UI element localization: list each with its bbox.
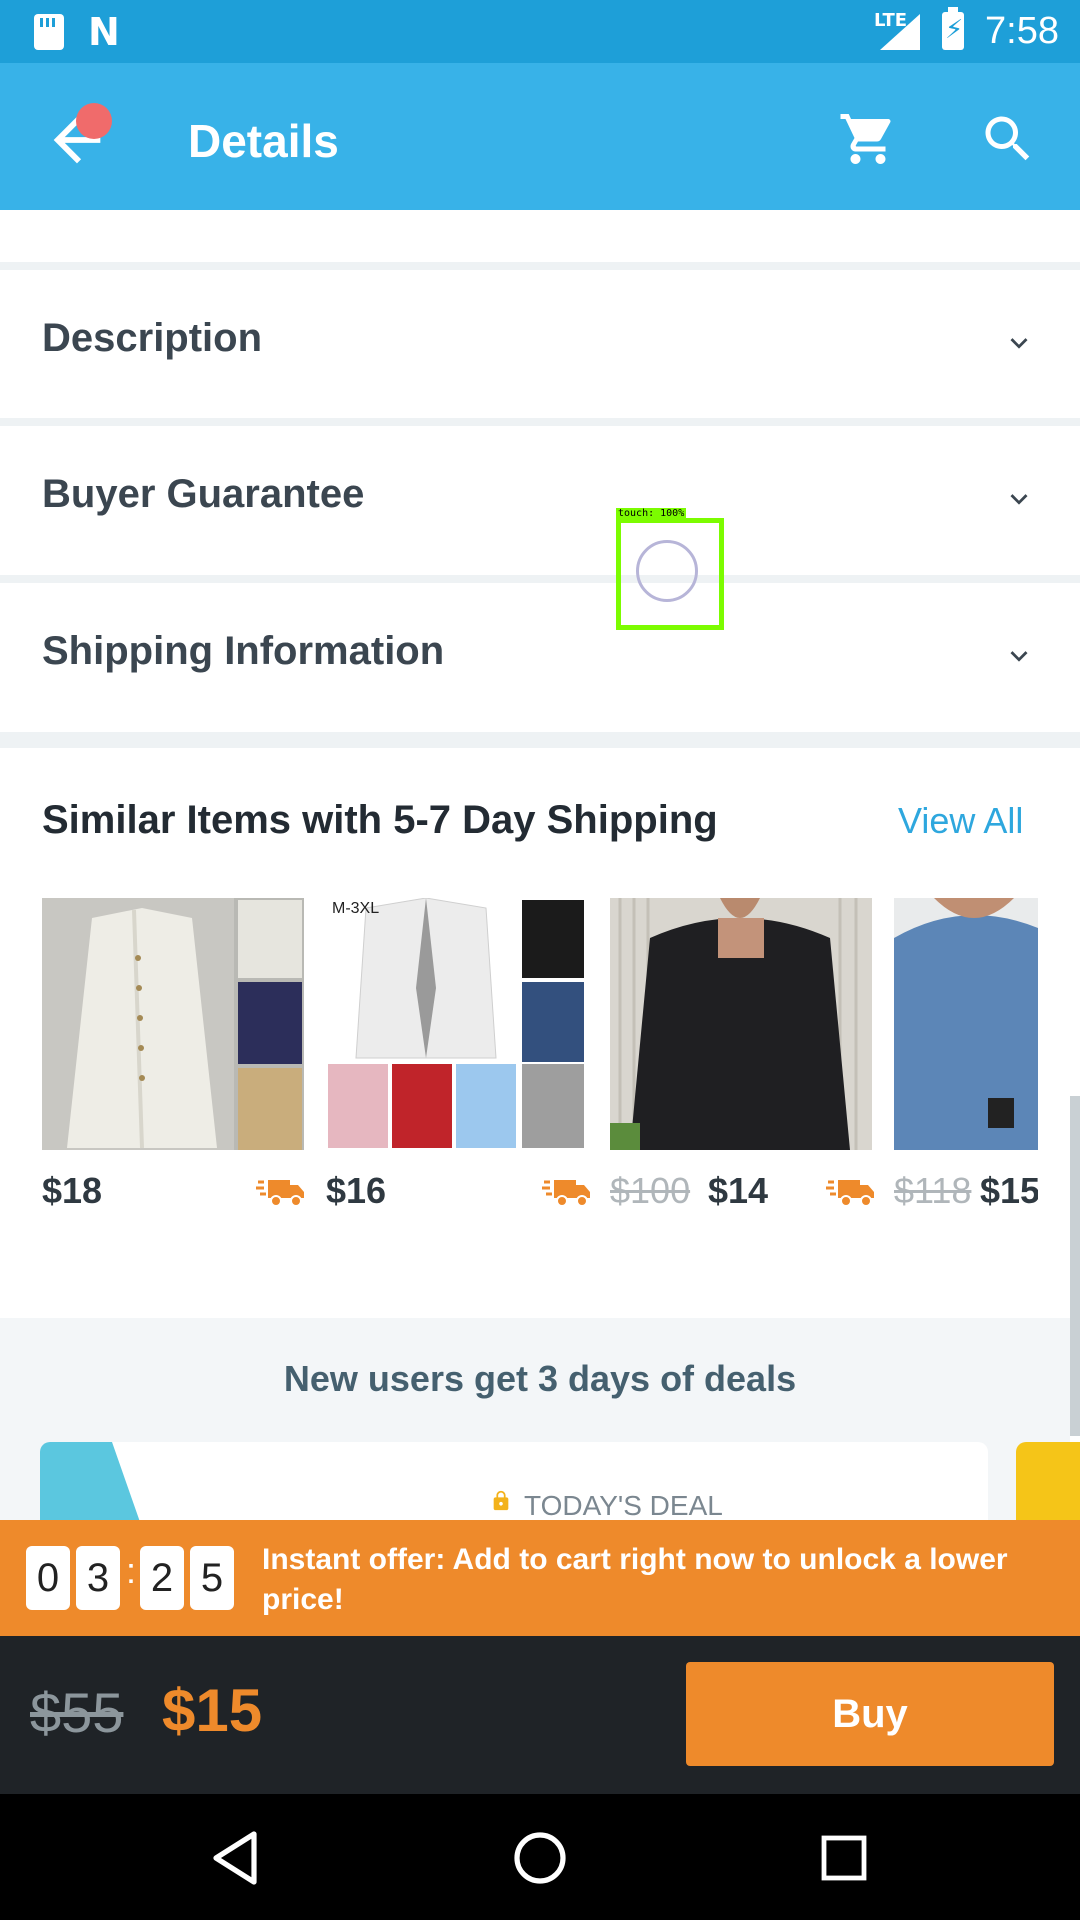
- original-price: $55: [30, 1681, 124, 1744]
- search-icon[interactable]: [978, 109, 1038, 169]
- countdown-digit: 3: [76, 1546, 120, 1610]
- item-original-price: $118: [894, 1170, 972, 1211]
- instant-offer-text: Instant offer: Add to cart right now to …: [262, 1543, 1008, 1616]
- countdown-separator: :: [126, 1550, 137, 1591]
- next-deal-card[interactable]: [1016, 1442, 1080, 1522]
- todays-deal-card[interactable]: TODAY'S DEAL: [40, 1442, 988, 1522]
- system-navigation-bar: [0, 1794, 1080, 1920]
- countdown-digit: 2: [140, 1546, 184, 1610]
- similar-items-title: Similar Items with 5-7 Day Shipping: [42, 798, 718, 842]
- item-price: $14: [708, 1170, 769, 1211]
- sale-price: $15: [162, 1677, 263, 1744]
- home-nav-icon[interactable]: [512, 1830, 568, 1886]
- fast-shipping-truck-icon: [542, 1180, 590, 1207]
- deal-card-accent: [40, 1442, 140, 1522]
- chevron-down-icon: [1010, 338, 1028, 349]
- item-price: $15: [980, 1170, 1038, 1211]
- similar-item-card[interactable]: $118 $15: [894, 898, 1038, 1218]
- buy-button[interactable]: Buy: [686, 1662, 1054, 1766]
- countdown-digit: 5: [190, 1546, 234, 1610]
- page-title: Details: [188, 115, 339, 167]
- product-image: [42, 898, 304, 1150]
- product-image: [610, 898, 872, 1150]
- touch-indicator-circle: [636, 540, 698, 602]
- lock-icon: [493, 1490, 509, 1511]
- signal-icon: [880, 14, 920, 50]
- recents-nav-icon[interactable]: [820, 1834, 868, 1882]
- back-nav-icon[interactable]: [210, 1830, 262, 1886]
- item-original-price: $100: [610, 1170, 691, 1211]
- section-divider: [0, 732, 1080, 748]
- countdown-digit: 0: [26, 1546, 70, 1610]
- clock: 7:58: [985, 10, 1059, 52]
- buyer-guarantee-row[interactable]: Buyer Guarantee: [0, 426, 1080, 574]
- description-row[interactable]: Description: [0, 270, 1080, 418]
- fast-shipping-truck-icon: [256, 1180, 304, 1207]
- battery-charging-icon: ⚡: [942, 7, 964, 50]
- todays-deal-label: TODAY'S DEAL: [524, 1490, 723, 1521]
- notification-dot: [76, 103, 112, 139]
- fast-shipping-truck-icon: [826, 1180, 874, 1207]
- shipping-information-row[interactable]: Shipping Information: [0, 583, 1080, 731]
- product-image: [894, 898, 1038, 1150]
- item-price: $16: [326, 1170, 387, 1211]
- section-divider: [0, 262, 1080, 270]
- chevron-down-icon: [1010, 651, 1028, 662]
- product-image: [326, 898, 588, 1150]
- buy-bar: $55 $15 Buy: [0, 1636, 1080, 1794]
- cart-icon[interactable]: [836, 109, 900, 169]
- sd-card-icon: [34, 14, 64, 50]
- section-divider: [0, 575, 1080, 583]
- view-all-link[interactable]: View All: [898, 800, 1023, 842]
- instant-offer-banner[interactable]: 0 3 : 2 5 Instant offer: Add to cart rig…: [0, 1520, 1080, 1636]
- status-bar: N LTE ⚡ 7:58: [0, 0, 1080, 63]
- section-divider: [0, 418, 1080, 426]
- similar-item-card[interactable]: $18: [42, 898, 304, 1218]
- shipping-information-label: Shipping Information: [42, 629, 445, 673]
- similar-item-card[interactable]: $100 $14: [610, 898, 874, 1218]
- similar-item-card[interactable]: M-3XL $16: [326, 898, 590, 1218]
- toolbar: Details: [0, 63, 1080, 210]
- deals-title: New users get 3 days of deals: [283, 1358, 797, 1399]
- chevron-down-icon: [1010, 494, 1028, 505]
- description-label: Description: [42, 316, 263, 360]
- buyer-guarantee-label: Buyer Guarantee: [42, 472, 365, 516]
- image-size-caption: M-3XL: [332, 900, 380, 917]
- notification-n-icon: N: [88, 10, 120, 54]
- item-price: $18: [42, 1170, 103, 1211]
